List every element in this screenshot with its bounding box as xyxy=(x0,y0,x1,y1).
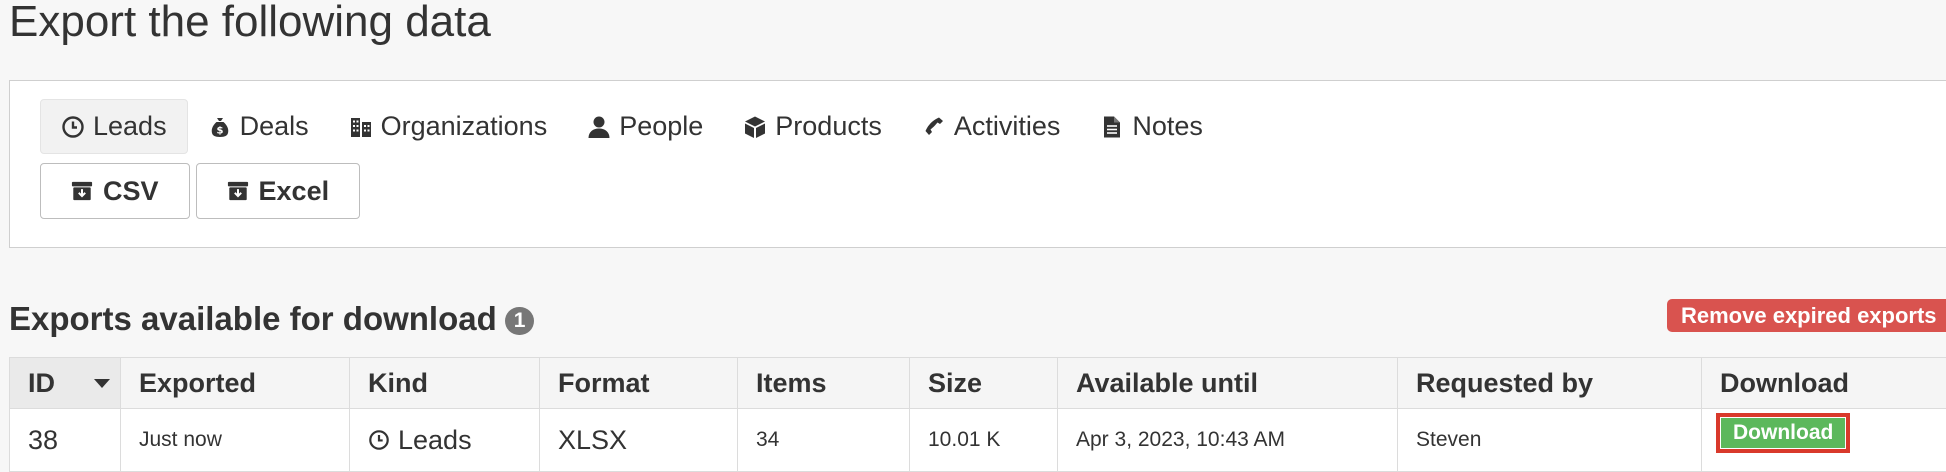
section-title-text: Exports available for download xyxy=(9,296,497,342)
tab-leads[interactable]: Leads xyxy=(40,99,188,154)
svg-text:$: $ xyxy=(216,125,223,136)
cell-size: 10.01 K xyxy=(910,409,1058,472)
phone-icon xyxy=(922,115,946,139)
column-header-kind[interactable]: Kind xyxy=(350,358,540,409)
cell-format: XLSX xyxy=(540,409,738,472)
column-header-id[interactable]: ID xyxy=(10,358,121,409)
column-header-available-until[interactable]: Available until xyxy=(1058,358,1398,409)
building-icon xyxy=(349,115,373,139)
table-row: 38 Just now Leads XLSX 34 10.01 K Apr 3,… xyxy=(10,409,1946,472)
tab-products[interactable]: Products xyxy=(723,99,902,154)
column-header-size[interactable]: Size xyxy=(910,358,1058,409)
button-label: CSV xyxy=(103,176,159,207)
column-header-exported[interactable]: Exported xyxy=(121,358,350,409)
export-excel-button[interactable]: Excel xyxy=(196,163,361,219)
cell-id: 38 xyxy=(10,409,121,472)
column-header-download: Download xyxy=(1702,358,1946,409)
remove-expired-exports-button[interactable]: Remove expired exports xyxy=(1667,299,1946,332)
export-options-panel: Leads $ Deals Organizations People Produ… xyxy=(9,80,1946,248)
export-csv-button[interactable]: CSV xyxy=(40,163,190,219)
file-icon xyxy=(1100,115,1124,139)
tab-people[interactable]: People xyxy=(567,99,723,154)
person-icon xyxy=(587,115,611,139)
cell-exported: Just now xyxy=(121,409,350,472)
download-archive-icon xyxy=(227,180,249,202)
tab-label: Leads xyxy=(93,111,167,142)
tab-organizations[interactable]: Organizations xyxy=(329,99,568,154)
cell-requested-by: Steven xyxy=(1398,409,1702,472)
exports-table: ID Exported Kind Format Items Size Avail… xyxy=(9,357,1946,472)
cell-download: Download xyxy=(1702,409,1946,472)
tab-label: Deals xyxy=(240,111,309,142)
column-header-requested-by[interactable]: Requested by xyxy=(1398,358,1702,409)
column-header-format[interactable]: Format xyxy=(540,358,738,409)
format-buttons: CSV Excel xyxy=(40,163,360,219)
cell-kind: Leads xyxy=(350,409,540,472)
download-archive-icon xyxy=(71,180,93,202)
tab-label: People xyxy=(619,111,703,142)
tab-deals[interactable]: $ Deals xyxy=(188,99,329,154)
sort-descending-icon xyxy=(94,379,110,388)
money-bag-icon: $ xyxy=(208,115,232,139)
exports-count-badge: 1 xyxy=(505,307,535,335)
entity-tabs: Leads $ Deals Organizations People Produ… xyxy=(40,99,1223,154)
tab-label: Organizations xyxy=(381,111,548,142)
tab-label: Notes xyxy=(1132,111,1203,142)
exports-section-title: Exports available for download 1 xyxy=(9,296,534,342)
tab-label: Products xyxy=(775,111,882,142)
cell-available-until: Apr 3, 2023, 10:43 AM xyxy=(1058,409,1398,472)
tab-label: Activities xyxy=(954,111,1061,142)
kind-label: Leads xyxy=(398,425,472,456)
tab-notes[interactable]: Notes xyxy=(1080,99,1223,154)
box-icon xyxy=(743,115,767,139)
download-button[interactable]: Download xyxy=(1720,417,1846,449)
table-header-row: ID Exported Kind Format Items Size Avail… xyxy=(10,358,1946,409)
tab-activities[interactable]: Activities xyxy=(902,99,1081,154)
clock-icon xyxy=(61,115,85,139)
column-header-items[interactable]: Items xyxy=(738,358,910,409)
cell-items: 34 xyxy=(738,409,910,472)
button-label: Excel xyxy=(259,176,330,207)
clock-icon xyxy=(368,429,398,451)
page-title: Export the following data xyxy=(9,0,491,48)
